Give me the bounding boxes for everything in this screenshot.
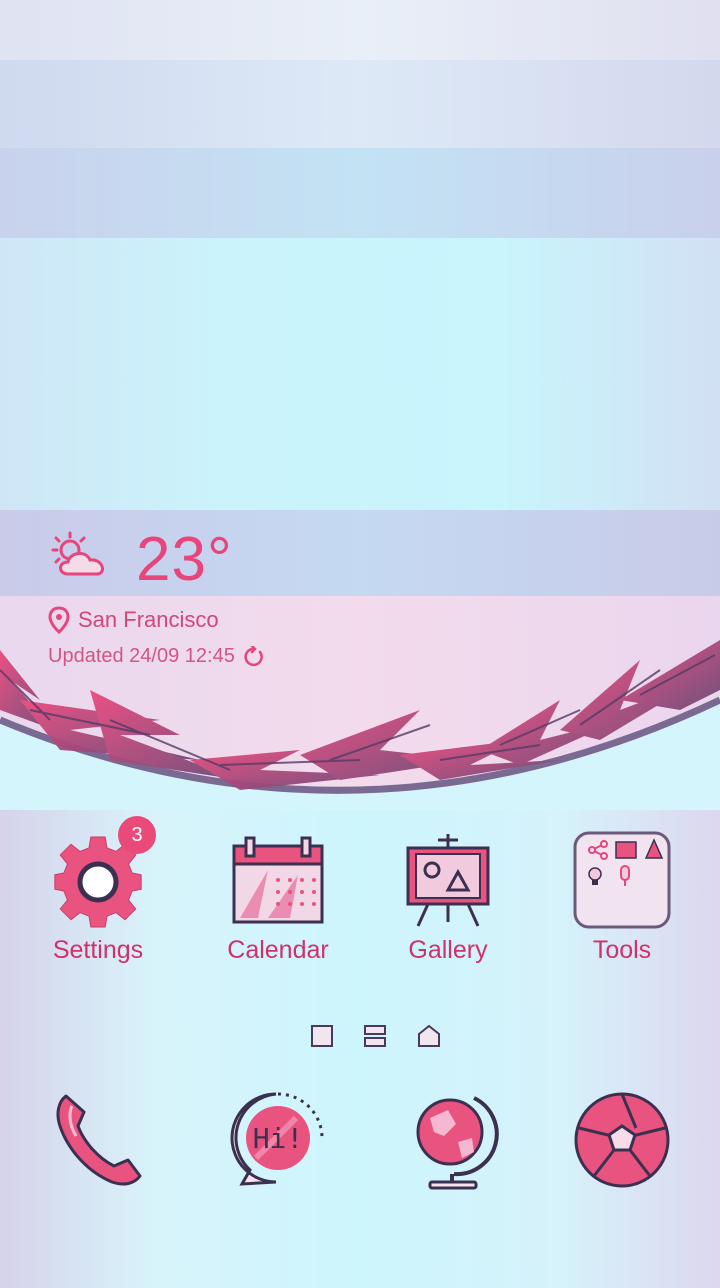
foliage-wallpaper [0, 640, 720, 810]
dock-camera[interactable] [572, 1088, 672, 1197]
dock-messages[interactable]: Hi! [226, 1088, 326, 1197]
wallpaper-band [0, 0, 720, 60]
app-label: Calendar [227, 936, 329, 964]
partly-sunny-icon [51, 531, 105, 576]
messages-icon: Hi! [230, 1092, 324, 1186]
globe-icon [416, 1096, 499, 1190]
camera-shutter-icon [574, 1092, 670, 1188]
wallpaper-band [0, 148, 720, 238]
location-pin-icon [48, 606, 70, 634]
location-row[interactable]: San Francisco [48, 606, 219, 634]
app-calendar[interactable]: Calendar [198, 830, 358, 965]
phone-icon [56, 1094, 142, 1186]
app-gallery[interactable]: Gallery [368, 830, 528, 965]
app-label: Settings [52, 936, 144, 964]
location-name: San Francisco [78, 607, 219, 632]
menu-indicator[interactable] [364, 1025, 386, 1047]
wallpaper-band [0, 238, 720, 510]
home-indicator[interactable] [418, 1024, 440, 1047]
notification-badge: 3 [118, 816, 156, 854]
page-indicator [0, 1024, 720, 1050]
app-label: Gallery [408, 936, 488, 964]
app-tools-folder[interactable]: Tools [542, 830, 702, 965]
temperature: 23° [136, 525, 233, 594]
dock-phone[interactable] [48, 1088, 148, 1197]
messages-icon-text: Hi! [253, 1122, 304, 1155]
easel-icon [406, 834, 490, 927]
tools-folder-icon [573, 831, 671, 929]
dock-browser[interactable] [404, 1088, 504, 1197]
app-label: Tools [592, 936, 652, 964]
app-settings[interactable]: Settings 3 [18, 816, 178, 965]
calendar-icon [232, 836, 324, 924]
wallpaper-band [0, 60, 720, 148]
square-indicator[interactable] [311, 1025, 333, 1047]
